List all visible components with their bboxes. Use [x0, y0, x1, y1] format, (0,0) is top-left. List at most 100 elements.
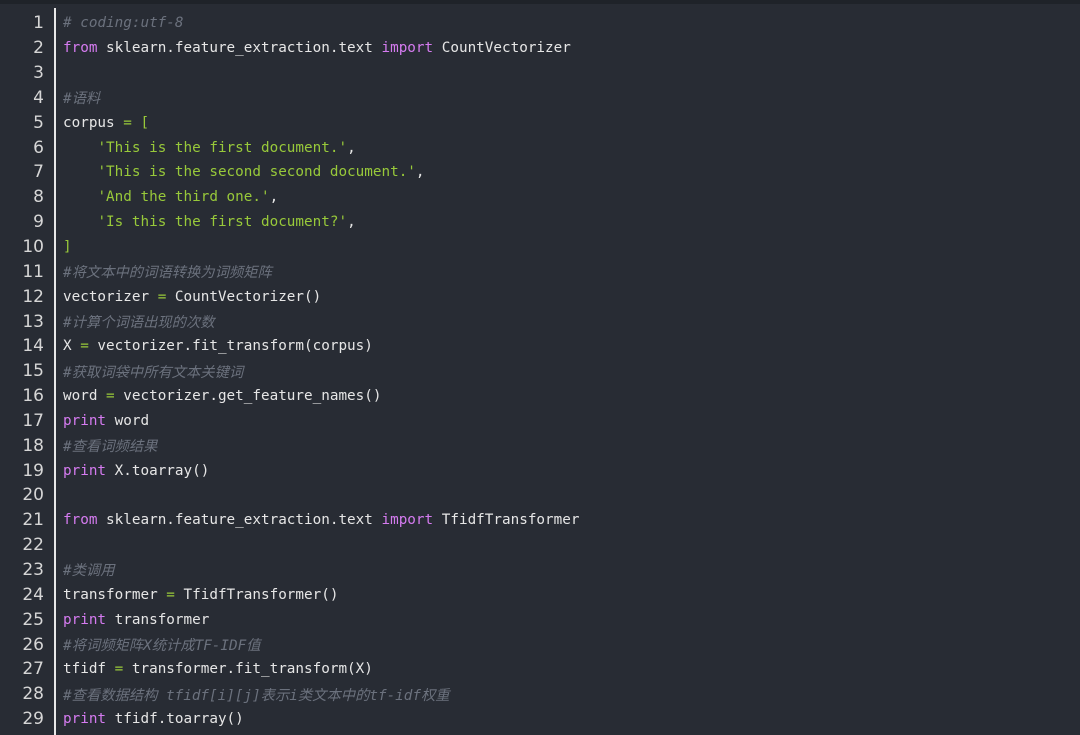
code-line: 24 transformer = TfidfTransformer() [0, 582, 1080, 607]
line-number: 21 [22, 510, 44, 531]
code-text: print word [63, 413, 149, 429]
line-number: 7 [33, 162, 44, 183]
code-line: 2 from sklearn.feature_extraction.text im… [0, 36, 1080, 61]
code-token: transformer [63, 586, 167, 603]
line-number: 12 [22, 286, 44, 307]
code-text: # coding:utf-8 [63, 15, 184, 31]
code-token: X [63, 338, 81, 355]
code-text: 'This is the first document.', [63, 139, 356, 156]
code-text: #将词频矩阵X统计成TF-IDF值 [63, 634, 261, 655]
code-lines: 1 # coding:utf-8 2 from sklearn.feature_ext… [0, 11, 1080, 731]
editor-top-border [0, 0, 1080, 4]
code-token: 'And the third one.' [97, 189, 270, 206]
code-line: 19 print X.toarray() [0, 458, 1080, 483]
line-number: 23 [22, 559, 44, 580]
code-token: vectorizer.fit_transform(corpus) [88, 338, 373, 355]
code-line: 7 'This is the second second document.', [0, 160, 1080, 185]
code-token: import [381, 40, 434, 57]
code-token: TfidfTransformer [433, 512, 580, 529]
line-number: 6 [33, 137, 44, 158]
code-token: transformer.fit_transform(X) [123, 661, 373, 678]
code-text: ] [63, 239, 72, 255]
code-token: transformer [106, 611, 210, 628]
code-token: = [114, 661, 124, 678]
code-text: #查看数据结构 tfidf[i][j]表示i类文本中的tf-idf权重 [63, 684, 450, 705]
code-token: word [106, 412, 150, 429]
code-line: 26 #将词频矩阵X统计成TF-IDF值 [0, 632, 1080, 657]
line-number: 14 [22, 336, 44, 357]
code-text: word = vectorizer.get_feature_names() [63, 388, 382, 404]
code-line: 4 #语料 [0, 86, 1080, 111]
code-line: 5 corpus = [ [0, 110, 1080, 135]
code-token: #查看词频结果 [63, 439, 158, 456]
line-number: 17 [22, 410, 44, 431]
code-token: = [80, 338, 89, 355]
code-text: #查看词频结果 [63, 435, 157, 456]
code-token: from [63, 40, 98, 57]
code-token: , [347, 139, 356, 156]
code-line: 13 #计算个词语出现的次数 [0, 309, 1080, 334]
code-token: = [166, 586, 175, 603]
code-text: from sklearn.feature_extraction.text imp… [63, 40, 571, 56]
code-token: CountVectorizer() [166, 288, 322, 305]
line-number: 4 [33, 87, 44, 108]
line-number: 3 [33, 63, 44, 84]
code-token: #获取词袋中所有文本关键词 [63, 364, 244, 381]
code-token: vectorizer.get_feature_names() [114, 388, 382, 405]
code-line: 17 print word [0, 409, 1080, 434]
code-editor: 1 # coding:utf-8 2 from sklearn.feature_ext… [0, 0, 1080, 735]
line-number: 1 [33, 13, 44, 34]
code-text: from sklearn.feature_extraction.text imp… [63, 512, 579, 528]
code-text: #语料 [63, 87, 100, 108]
code-line: 1 # coding:utf-8 [0, 11, 1080, 36]
line-number: 22 [22, 535, 44, 556]
line-number: 19 [22, 460, 44, 481]
code-token: = [106, 388, 115, 405]
code-line: 11 #将文本中的词语转换为词频矩阵 [0, 259, 1080, 284]
code-text: 'And the third one.', [63, 189, 278, 205]
code-text: transformer = TfidfTransformer() [63, 587, 338, 603]
line-number: 5 [33, 112, 44, 133]
code-line: 10] [0, 235, 1080, 260]
code-token: ] [63, 239, 72, 256]
code-text: print transformer [63, 612, 209, 628]
code-token: CountVectorizer [433, 40, 571, 57]
code-token: #查看数据结构 tfidf[i][j]表示i类文本中的tf-idf权重 [63, 687, 450, 704]
code-token: 'Is this the first document?' [97, 214, 348, 231]
code-text: 'This is the second second document.', [63, 164, 424, 180]
line-number: 11 [22, 261, 44, 282]
code-token: = [157, 288, 167, 305]
code-token: , [347, 214, 356, 231]
code-token: # coding:utf-8 [63, 15, 184, 32]
code-line: 6 'This is the first document.', [0, 135, 1080, 160]
code-token: corpus [63, 114, 124, 131]
code-line: 29 print tfidf.toarray() [0, 707, 1080, 732]
code-token: [ [140, 114, 150, 131]
line-number: 27 [22, 659, 44, 680]
code-token: X.toarray() [106, 462, 210, 479]
line-number: 16 [22, 386, 44, 407]
line-number: 15 [22, 361, 44, 382]
line-number: 2 [33, 38, 44, 59]
code-line: 27 tfidf = transformer.fit_transform(X) [0, 657, 1080, 682]
line-number: 8 [33, 187, 44, 208]
line-number: 25 [22, 609, 44, 630]
code-text: vectorizer = CountVectorizer() [63, 289, 321, 305]
code-token: , [269, 189, 279, 206]
code-line: 22 [0, 533, 1080, 558]
line-number: 18 [22, 435, 44, 456]
code-text: #将文本中的词语转换为词频矩阵 [63, 261, 272, 282]
code-text: 'Is this the first document?', [63, 214, 356, 231]
code-token: print [63, 462, 107, 479]
code-line: 25 print transformer [0, 607, 1080, 632]
code-token: print [63, 711, 107, 728]
code-token: 'This is the first document.' [97, 139, 348, 156]
code-token: = [123, 114, 132, 131]
code-token: word [63, 388, 107, 405]
code-line: 20 [0, 483, 1080, 508]
code-text: #计算个词语出现的次数 [63, 311, 215, 332]
line-number: 26 [22, 634, 44, 655]
line-number: 24 [22, 584, 44, 605]
